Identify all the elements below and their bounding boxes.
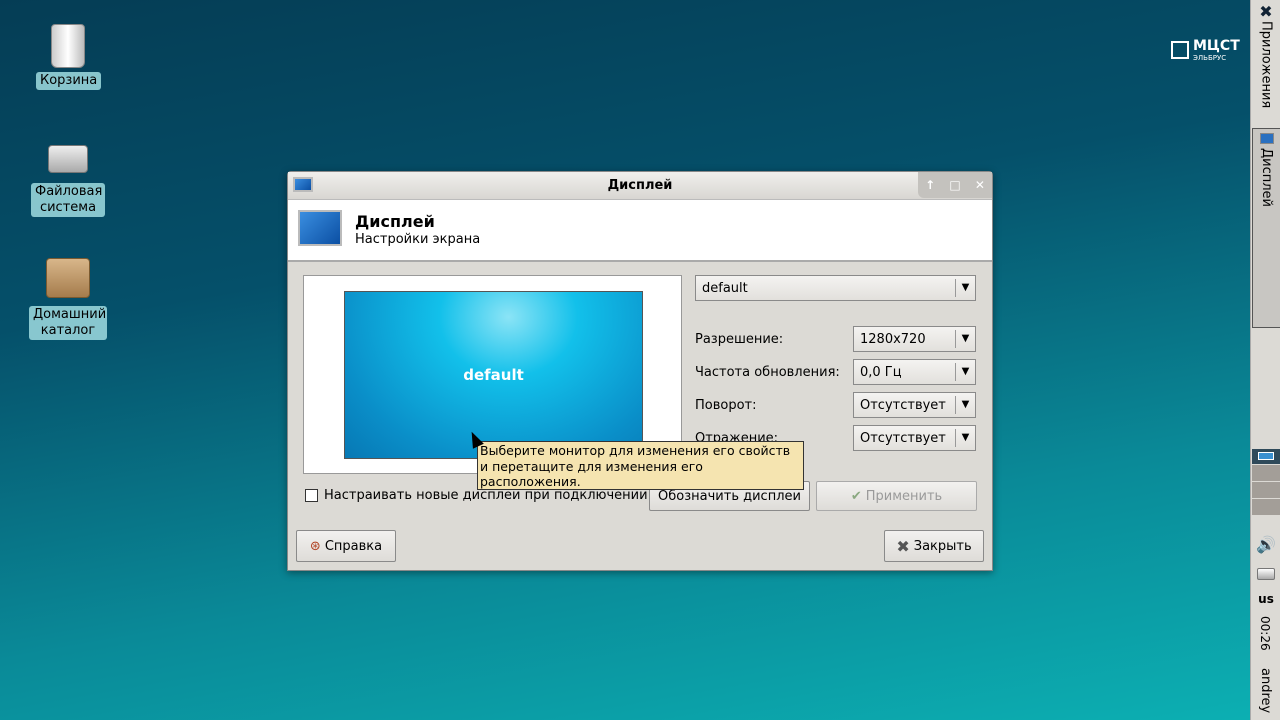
removable-drive-icon[interactable]: [1257, 568, 1275, 580]
desktop-icon-home[interactable]: Домашний каталог: [26, 258, 110, 340]
desktop-icon-filesystem[interactable]: Файловая система: [28, 145, 108, 217]
workspace-4[interactable]: [1252, 499, 1280, 515]
xfce-mouse-icon: ✖: [1259, 2, 1273, 21]
tooltip: Выберите монитор для изменения его свойс…: [477, 441, 804, 490]
apps-menu-button[interactable]: ✖ Приложения: [1251, 2, 1280, 122]
title-bar[interactable]: Дисплей ↑ □ ✕: [288, 172, 992, 200]
apply-button[interactable]: ✔ Применить: [816, 481, 977, 511]
trash-icon: [51, 24, 85, 68]
desktop-icon-trash[interactable]: Корзина: [36, 24, 102, 90]
rotation-select[interactable]: Отсутствует ▼: [853, 392, 976, 418]
side-panel: ✖ Приложения Дисплей 🔊 us 00:26 andrey: [1250, 0, 1280, 720]
monitor-default[interactable]: default: [344, 291, 643, 459]
user-name[interactable]: andrey: [1258, 668, 1273, 713]
dialog-header: Дисплей Настройки экрана: [288, 200, 992, 262]
help-lifebuoy-icon: ⊛: [309, 538, 321, 554]
refresh-rate-select[interactable]: 0,0 Гц ▼: [853, 359, 976, 385]
output-select[interactable]: default ▼: [695, 275, 976, 301]
maximize-icon[interactable]: □: [949, 178, 960, 192]
workspace-1[interactable]: [1252, 449, 1280, 464]
resolution-label: Разрешение:: [695, 332, 784, 347]
refresh-rate-label: Частота обновления:: [695, 365, 840, 380]
taskbar-item-display[interactable]: Дисплей: [1252, 128, 1280, 328]
configure-new-displays-checkbox[interactable]: Настраивать новые дисплеи при подключени…: [305, 488, 648, 503]
chevron-down-icon: ▼: [955, 279, 975, 297]
keyboard-layout[interactable]: us: [1251, 592, 1280, 606]
close-icon[interactable]: ✕: [975, 178, 985, 192]
folder-home-icon: [46, 258, 90, 298]
help-button[interactable]: ⊛ Справка: [296, 530, 396, 562]
reflection-select[interactable]: Отсутствует ▼: [853, 425, 976, 451]
rotation-label: Поворот:: [695, 398, 757, 413]
shade-icon[interactable]: ↑: [925, 178, 935, 192]
workspace-2[interactable]: [1252, 465, 1280, 481]
header-subtitle: Настройки экрана: [355, 232, 481, 247]
header-display-icon: [298, 210, 342, 246]
clock[interactable]: 00:26: [1258, 616, 1272, 651]
chevron-down-icon: ▼: [955, 396, 975, 414]
chevron-down-icon: ▼: [955, 330, 975, 348]
volume-icon[interactable]: 🔊: [1256, 535, 1276, 554]
chevron-down-icon: ▼: [955, 429, 975, 447]
checkmark-icon: ✔: [850, 488, 862, 504]
workspace-3[interactable]: [1252, 482, 1280, 498]
drive-icon: [48, 145, 88, 173]
header-title: Дисплей: [355, 212, 435, 231]
display-icon: [1259, 133, 1274, 144]
workspace-switcher[interactable]: [1252, 449, 1280, 515]
checkbox[interactable]: [305, 489, 318, 502]
mcst-logo: МЦСТ ЭЛЬБРУС: [1171, 38, 1240, 62]
chevron-down-icon: ▼: [955, 363, 975, 381]
resolution-select[interactable]: 1280x720 ▼: [853, 326, 976, 352]
close-x-icon: ✖: [896, 536, 910, 556]
close-button[interactable]: ✖ Закрыть: [884, 530, 984, 562]
